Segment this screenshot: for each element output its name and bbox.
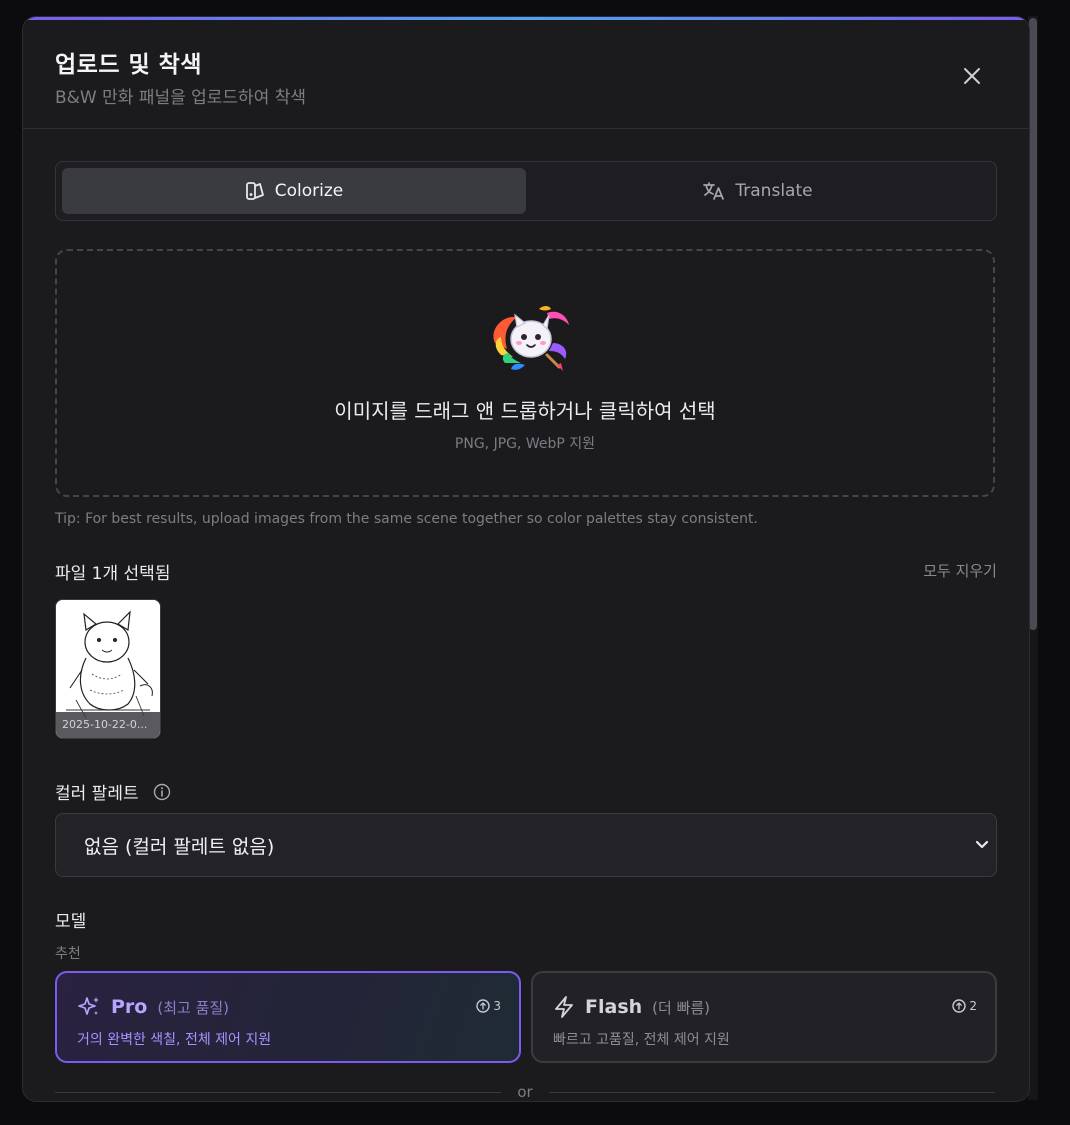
model-option-pro[interactable]: Pro (최고 품질) 3 거의 완벽한 색칠, 전체 제어 지원 [55, 971, 521, 1063]
dropzone-prompt: 이미지를 드래그 앤 드롭하거나 클릭하여 선택 [334, 399, 716, 423]
info-icon[interactable] [153, 783, 171, 801]
translate-icon [703, 182, 725, 200]
file-name: 2025-10-22-0... [56, 712, 160, 738]
tab-colorize[interactable]: Colorize [62, 168, 526, 214]
model-pro-cost-value: 3 [493, 999, 501, 1013]
upload-tip: Tip: For best results, upload images fro… [55, 511, 758, 527]
recommended-label: 추천 [55, 946, 81, 962]
model-flash-head: Flash (더 빠름) [553, 995, 710, 1019]
credit-coin-icon [952, 999, 967, 1013]
mode-tabs: Colorize Translate [55, 161, 997, 221]
palette-label-text: 컬러 팔레트 [55, 784, 139, 804]
model-pro-head: Pro (최고 품질) [77, 995, 229, 1019]
close-icon [964, 68, 980, 84]
model-flash-cost-value: 2 [969, 999, 977, 1013]
dialog-title: 업로드 및 착색 [55, 52, 202, 78]
model-pro-description: 거의 완벽한 색칠, 전체 제어 지원 [77, 1032, 272, 1048]
scrollbar-thumb[interactable] [1029, 18, 1037, 630]
dropzone-formats: PNG, JPG, WebP 지원 [454, 436, 596, 452]
selected-files-count: 파일 1개 선택됨 [55, 564, 171, 584]
upload-colorize-dialog: 업로드 및 착색 B&W 만화 패널을 업로드하여 착색 Colorize Tr… [22, 16, 1030, 1102]
sparkles-icon [78, 997, 99, 1015]
model-pro-name: Pro [111, 996, 148, 1018]
tab-colorize-label: Colorize [274, 181, 344, 201]
tab-translate-label: Translate [735, 181, 813, 201]
model-section-label: 모델 [55, 912, 87, 932]
model-pro-quality: (최고 품질) [157, 998, 230, 1017]
tab-translate[interactable]: Translate [526, 168, 990, 214]
divider-line [549, 1092, 995, 1093]
chevron-down-icon [975, 840, 989, 849]
dialog-header: 업로드 및 착색 B&W 만화 패널을 업로드하여 착색 [23, 17, 1029, 129]
dialog-subtitle: B&W 만화 패널을 업로드하여 착색 [55, 88, 307, 108]
close-button[interactable] [957, 61, 987, 91]
credit-coin-icon [476, 999, 491, 1013]
model-flash-cost: 2 [952, 999, 977, 1013]
lightning-icon [555, 996, 573, 1018]
or-divider: or [55, 1081, 995, 1101]
color-palette-select[interactable]: 없음 (컬러 팔레트 없음) [55, 813, 997, 877]
palette-icon [245, 182, 264, 200]
clear-all-button[interactable]: 모두 지우기 [923, 560, 997, 581]
image-dropzone[interactable]: 이미지를 드래그 앤 드롭하거나 클릭하여 선택 PNG, JPG, WebP … [55, 249, 995, 497]
palette-selected-value: 없음 (컬러 팔레트 없음) [84, 836, 275, 858]
model-flash-quality: (더 빠름) [652, 998, 711, 1017]
model-flash-name: Flash [585, 996, 643, 1018]
file-thumbnail[interactable]: 2025-10-22-0... [55, 599, 161, 739]
model-flash-description: 빠르고 고품질, 전체 제어 지원 [553, 1032, 730, 1048]
model-option-flash[interactable]: Flash (더 빠름) 2 빠르고 고품질, 전체 제어 지원 [531, 971, 997, 1063]
colorful-mascot-icon [493, 306, 569, 371]
model-pro-cost: 3 [476, 999, 501, 1013]
palette-section-label: 컬러 팔레트 [55, 779, 171, 804]
